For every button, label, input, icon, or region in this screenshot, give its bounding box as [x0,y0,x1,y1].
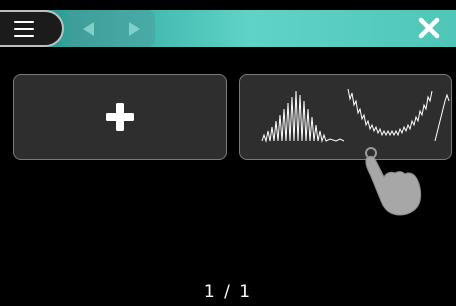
menu-button[interactable] [0,10,64,47]
left-triangle-icon [83,22,94,36]
previous-button[interactable] [67,10,111,47]
pointing-hand-icon [365,147,422,216]
hamburger-menu-icon [14,35,34,37]
hamburger-menu-icon [14,28,34,30]
add-tile[interactable] [13,74,227,160]
next-button[interactable] [111,10,155,47]
page-indicator: 1 / 1 [203,282,253,302]
screen: 1 / 1 [0,0,456,306]
close-x-icon[interactable] [416,15,442,41]
plus-icon [106,103,134,131]
hamburger-menu-icon [14,21,34,23]
right-triangle-icon [129,22,140,36]
